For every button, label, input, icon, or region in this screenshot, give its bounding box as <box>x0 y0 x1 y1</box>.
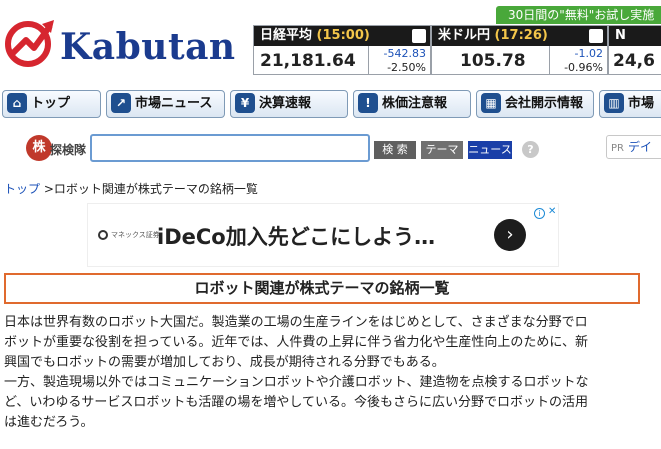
logo-text: Kabutan <box>60 26 236 68</box>
ad-brand: マネックス証券 <box>98 228 160 242</box>
nav-top[interactable]: ⌂ トップ <box>2 90 101 118</box>
search-button[interactable]: 検 索 <box>374 141 416 159</box>
ad-banner[interactable]: マネックス証券 iDeCo加入先どこにしよう… › i ✕ <box>88 204 558 266</box>
kabu-icon: 株 <box>26 135 52 161</box>
main-nav: ⌂ トップ ↗ 市場ニュース ¥ 決算速報 ! 株価注意報 ▦ 会社開示情報 ▥ 市場 <box>0 90 661 118</box>
nikkei-quote-box[interactable]: 日経平均 (15:00) 21,181.64 -542.83 -2.50% <box>253 25 431 75</box>
news-button[interactable]: ニュース <box>468 141 512 159</box>
chart-icon: ↗ <box>111 92 131 113</box>
nav-disclosure[interactable]: ▦ 会社開示情報 <box>476 90 594 118</box>
quote-value: 21,181.64 <box>260 51 356 71</box>
quote-time: (15:00) <box>316 28 370 43</box>
article-body: 日本は世界有数のロボット大国だ。製造業の工場の生産ラインをはじめとして、さまざま… <box>4 313 644 433</box>
nav-market-news[interactable]: ↗ 市場ニュース <box>106 90 225 118</box>
building-icon: ▦ <box>481 92 501 113</box>
quote-name: 日経平均 <box>260 28 313 43</box>
ad-info-icon[interactable]: i <box>534 208 545 219</box>
warning-icon: ! <box>358 92 378 113</box>
ad-close-icon[interactable]: ✕ <box>548 206 556 217</box>
breadcrumb: トップ >ロボット関連が株式テーマの銘柄一覧 <box>4 180 258 197</box>
quote-name: 米ドル円 <box>438 28 491 43</box>
ad-logo-icon <box>98 230 108 240</box>
search-bar: 株 探検隊 検 索 テーマ ニュース ? <box>0 130 661 168</box>
search-input[interactable] <box>90 134 370 162</box>
pr-tag: PR <box>611 143 624 154</box>
ad-arrow-icon[interactable]: › <box>494 219 526 251</box>
quote-change: -1.02 <box>574 47 603 60</box>
breadcrumb-current: ロボット関連が株式テーマの銘柄一覧 <box>53 182 258 196</box>
ad-text: iDeCo加入先どこにしよう… <box>157 225 436 249</box>
free-trial-banner[interactable]: 30日間の"無料"お試し実施 <box>496 6 661 24</box>
quote-percent: -0.96% <box>564 61 603 74</box>
third-quote-box[interactable]: N 24,6 <box>608 25 661 75</box>
quote-value: 24,6 <box>613 51 655 71</box>
body-line: 一方、製造現場以外ではコミュニケーションロボットや介護ロボット、建造物を点検する… <box>4 375 589 390</box>
body-line: 興国でもロボットの需要が増加しており、成長が期待される分野でもある。 <box>4 355 445 370</box>
site-logo[interactable]: Kabutan <box>4 14 235 70</box>
chart-icon[interactable] <box>412 29 426 43</box>
pr-link-box[interactable]: PR デイ <box>606 135 661 159</box>
home-icon: ⌂ <box>7 92 27 113</box>
breadcrumb-home-link[interactable]: トップ <box>4 182 40 196</box>
body-line: 日本は世界有数のロボット大国だ。製造業の工場の生産ラインをはじめとして、さまざま… <box>4 315 588 330</box>
body-line: は進むだろう。 <box>4 415 94 430</box>
chart-icon[interactable] <box>589 29 603 43</box>
quote-value: 105.78 <box>460 51 526 71</box>
pr-link[interactable]: デイ <box>628 140 652 154</box>
body-line: ボットが重要な役割を担っている。近年では、人件費の上昇に伴う省力化や生産性向上の… <box>4 335 588 350</box>
quote-name: N <box>615 28 626 43</box>
nav-earnings[interactable]: ¥ 決算速報 <box>230 90 348 118</box>
body-line: ど、いわゆるサービスロボットも活躍の場を増やしている。今後もさらに広い分野でロボ… <box>4 395 588 410</box>
usdjpy-quote-box[interactable]: 米ドル円 (17:26) 105.78 -1.02 -0.96% <box>431 25 608 75</box>
nav-market[interactable]: ▥ 市場 <box>599 90 661 118</box>
nav-stock-alert[interactable]: ! 株価注意報 <box>353 90 471 118</box>
search-label: 探検隊 <box>50 143 87 157</box>
quote-percent: -2.50% <box>387 61 426 74</box>
market-icon: ▥ <box>604 92 624 113</box>
breadcrumb-separator: > <box>43 182 54 196</box>
help-icon[interactable]: ? <box>522 141 539 158</box>
theme-button[interactable]: テーマ <box>421 141 463 159</box>
quote-change: -542.83 <box>383 47 426 60</box>
quote-time: (17:26) <box>494 28 548 43</box>
page-title: ロボット関連が株式テーマの銘柄一覧 <box>4 273 640 304</box>
logo-mark-icon <box>5 20 54 67</box>
yen-icon: ¥ <box>235 92 255 113</box>
